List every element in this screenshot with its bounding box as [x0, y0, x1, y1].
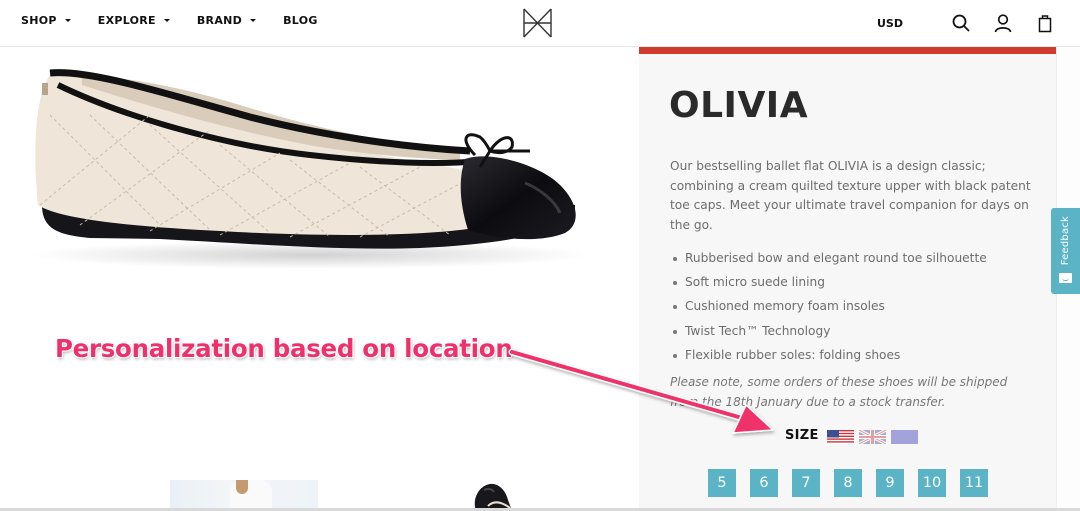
- nav-blog-label: BLOG: [283, 14, 318, 27]
- nav-blog[interactable]: BLOG: [283, 14, 318, 27]
- nav-explore[interactable]: EXPLORE: [98, 14, 170, 27]
- uk-flag-icon[interactable]: [858, 428, 887, 445]
- nav-shop[interactable]: SHOP: [21, 14, 71, 27]
- size-button[interactable]: 6: [750, 469, 778, 497]
- size-button[interactable]: 10: [918, 469, 946, 497]
- nav-explore-label: EXPLORE: [97, 14, 156, 27]
- site-header: SHOP EXPLORE BRAND BLOG USD: [0, 0, 1080, 47]
- size-button[interactable]: 5: [708, 469, 736, 497]
- product-title: OLIVIA: [669, 85, 809, 126]
- model-hair: [236, 480, 248, 494]
- nav-shop-label: SHOP: [21, 14, 57, 27]
- feature-item: Flexible rubber soles: folding shoes: [673, 343, 987, 367]
- shopping-bag-icon[interactable]: [1034, 12, 1056, 34]
- thumbnail-model[interactable]: [170, 480, 318, 511]
- account-icon[interactable]: [992, 12, 1014, 34]
- header-actions: USD: [877, 12, 1056, 34]
- feature-item: Rubberised bow and elegant round toe sil…: [673, 246, 987, 270]
- chevron-down-icon: [250, 19, 257, 22]
- bowtie-logo-icon[interactable]: [522, 8, 553, 38]
- eu-flag-icon[interactable]: [890, 429, 918, 444]
- feature-list: Rubberised bow and elegant round toe sil…: [673, 246, 987, 367]
- size-button[interactable]: 7: [792, 469, 820, 497]
- size-region-selector: SIZE: [785, 428, 923, 445]
- product-info-panel: OLIVIA Our bestselling ballet flat OLIVI…: [639, 47, 1056, 511]
- nav-brand-label: BRAND: [196, 14, 243, 27]
- nav-brand[interactable]: BRAND: [196, 14, 257, 27]
- size-label: SIZE: [785, 428, 819, 443]
- main-nav: SHOP EXPLORE BRAND BLOG: [21, 14, 345, 27]
- feedback-tab[interactable]: Feedback: [1051, 208, 1080, 294]
- annotation-label: Personalization based on location: [55, 334, 513, 363]
- size-button[interactable]: 9: [876, 469, 904, 497]
- shipping-note: Please note, some orders of these shoes …: [670, 375, 1008, 409]
- feature-item: Soft micro suede lining: [673, 270, 987, 294]
- feature-item: Cushioned memory foam insoles: [673, 294, 987, 318]
- smiley-icon: [1059, 273, 1072, 284]
- product-description: Our bestselling ballet flat OLIVIA is a …: [670, 159, 1031, 232]
- chevron-down-icon: [163, 19, 170, 22]
- product-image[interactable]: [20, 55, 640, 285]
- us-flag-icon[interactable]: [826, 429, 854, 444]
- size-button[interactable]: 8: [834, 469, 862, 497]
- size-options: 5 6 7 8 9 10 11: [708, 469, 1002, 497]
- feedback-label: Feedback: [1060, 216, 1071, 266]
- accent-bar: [639, 47, 1056, 54]
- feature-item: Twist Tech™ Technology: [673, 319, 987, 343]
- size-button[interactable]: 11: [960, 469, 988, 497]
- currency-selector[interactable]: USD: [877, 17, 903, 30]
- chevron-down-icon: [64, 19, 71, 22]
- thumbnail-shoe-toe[interactable]: [470, 482, 514, 511]
- search-icon[interactable]: [950, 12, 972, 34]
